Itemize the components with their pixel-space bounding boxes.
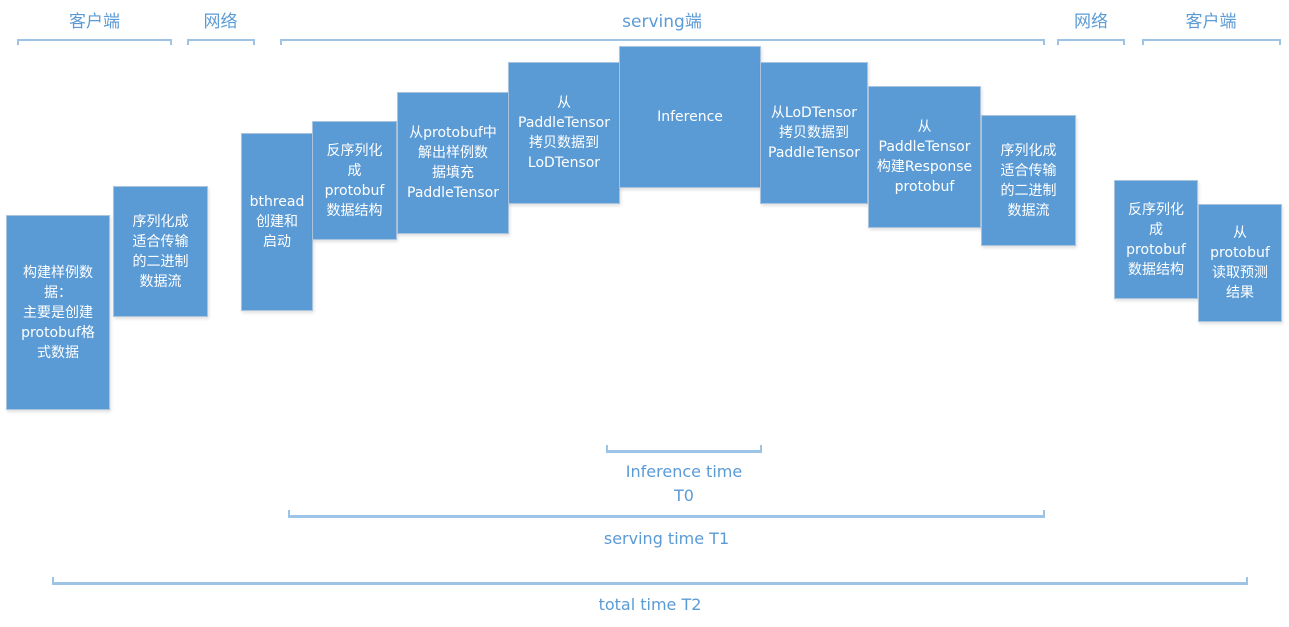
- phase-label-network-return: 网络: [1074, 12, 1108, 32]
- timing-label-total: total time T2: [598, 595, 702, 614]
- step-read-prediction: 从 protobuf 读取预测 结果: [1198, 204, 1282, 322]
- phase-label-network-send: 网络: [203, 12, 238, 32]
- timing-bracket-total: [52, 577, 1248, 585]
- step-server-serialize: 序列化成 适合传输 的二进制 数据流: [981, 115, 1076, 246]
- step-server-deserialize: 反序列化 成 protobuf 数据结构: [312, 121, 397, 240]
- step-copy-to-paddletensor: 从LoDTensor 拷贝数据到 PaddleTensor: [760, 62, 868, 204]
- step-label: Inference: [657, 109, 723, 125]
- timing-bracket-serving: [288, 510, 1045, 518]
- phase-bracket-network-return: [1057, 39, 1125, 45]
- step-build-sample-data: 构建样例数 据： 主要是创建 protobuf格 式数据: [6, 215, 110, 410]
- phase-bracket-client-receive: [1142, 39, 1281, 45]
- step-copy-to-lodtensor: 从 PaddleTensor 拷贝数据到 LoDTensor: [508, 62, 620, 204]
- step-label: 从 protobuf 读取预测 结果: [1210, 225, 1270, 301]
- step-inference: Inference: [619, 46, 761, 188]
- step-label: 从 PaddleTensor 拷贝数据到 LoDTensor: [518, 95, 610, 171]
- step-label: 从LoDTensor 拷贝数据到 PaddleTensor: [768, 105, 860, 161]
- phase-bracket-client-send: [17, 39, 172, 45]
- step-bthread-create: bthread 创建和 启动: [241, 133, 313, 311]
- timing-label-inference: Inference time T0: [625, 462, 743, 505]
- phase-label-client-send: 客户端: [69, 12, 120, 32]
- step-label: 序列化成 适合传输 的二进制 数据流: [1000, 142, 1057, 219]
- timing-bracket-inference: [606, 445, 762, 453]
- step-client-serialize: 序列化成 适合传输 的二进制 数据流: [113, 186, 208, 317]
- step-label: bthread 创建和 启动: [249, 194, 305, 250]
- step-label: 序列化成 适合传输 的二进制 数据流: [132, 213, 189, 290]
- phase-label-client-receive: 客户端: [1185, 12, 1237, 32]
- step-build-response: 从 PaddleTensor 构建Response protobuf: [868, 86, 981, 228]
- timing-label-serving: serving time T1: [603, 529, 730, 548]
- step-label: 反序列化 成 protobuf 数据结构: [1126, 201, 1186, 278]
- phase-label-serving: serving端: [622, 12, 702, 32]
- phase-bracket-network-send: [187, 39, 255, 45]
- step-client-deserialize: 反序列化 成 protobuf 数据结构: [1114, 180, 1198, 299]
- phase-bracket-serving: [280, 39, 1045, 45]
- step-label: 从protobuf中 解出样例数 据填充 PaddleTensor: [407, 125, 499, 201]
- step-label: 从 PaddleTensor 构建Response protobuf: [876, 119, 973, 195]
- step-label: 反序列化 成 protobuf 数据结构: [324, 142, 385, 219]
- step-fill-paddletensor: 从protobuf中 解出样例数 据填充 PaddleTensor: [397, 92, 509, 234]
- step-label: 构建样例数 据： 主要是创建 protobuf格 式数据: [21, 264, 95, 361]
